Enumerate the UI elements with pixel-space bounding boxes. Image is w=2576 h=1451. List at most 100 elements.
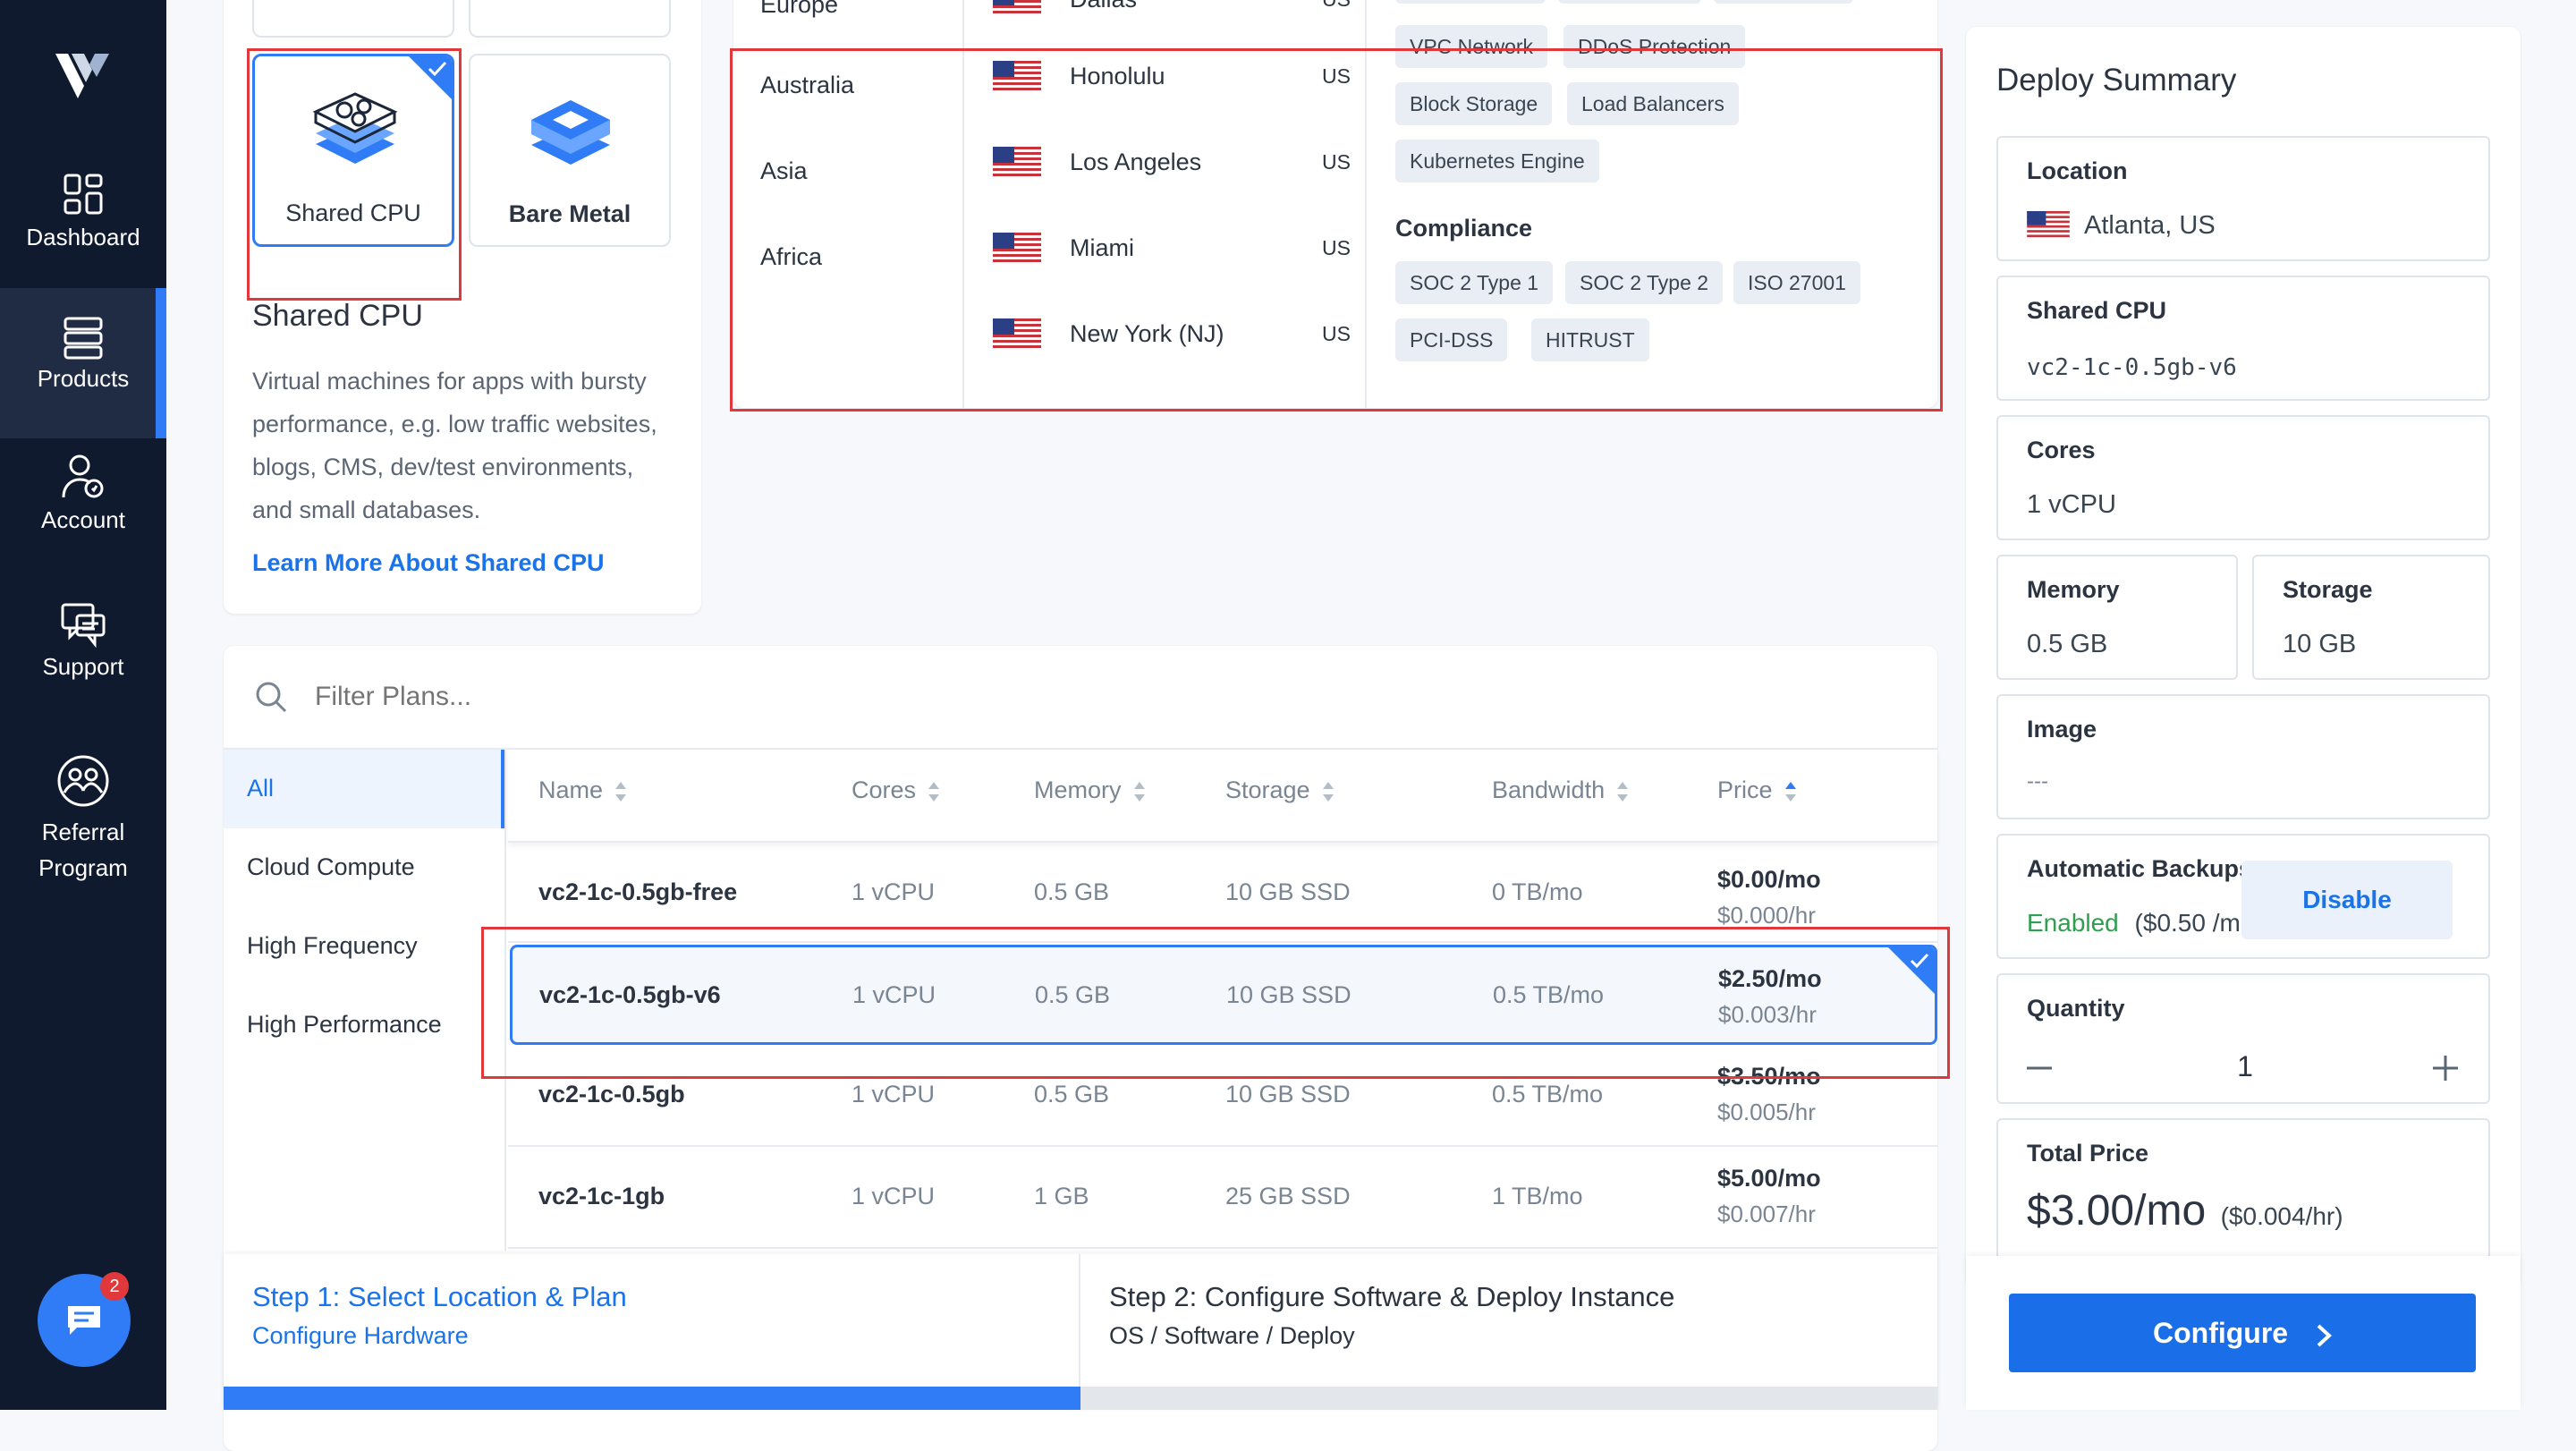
plan-cores: 1 vCPU [852,1081,936,1107]
sidebar-item-label: Dashboard [26,224,140,250]
summary-value: --- [2027,769,2048,793]
plan-storage: 10 GB SSD [1225,878,1351,905]
category-cloud-compute[interactable]: Cloud Compute [247,853,415,881]
sort-icon [1322,780,1334,803]
quantity-increment-button[interactable] [2428,1050,2463,1086]
configure-panel: Configure [1966,1256,2521,1410]
column-label: Bandwidth [1492,776,1606,803]
summary-value: 0.5 GB [2027,630,2108,658]
summary-location: Location Atlanta, US [1996,136,2490,261]
highlight-box [247,48,462,301]
summary-value: vc2-1c-0.5gb-v6 [2027,354,2237,381]
plan-bandwidth: 0.5 TB/mo [1492,1081,1604,1107]
column-header-name[interactable]: Name [538,776,627,804]
account-icon [62,454,104,498]
summary-label: Total Price [2027,1140,2149,1167]
plan-bandwidth: 0 TB/mo [1492,878,1583,905]
plan-cores: 1 vCPU [852,1183,936,1209]
plan-price-hourly: $0.005/hr [1717,1099,1816,1125]
summary-total: Total Price $3.00/mo ($0.004/hr) [1996,1118,2490,1261]
city-item[interactable]: Dallas US [964,0,1365,18]
summary-label: Storage [2283,576,2373,603]
sidebar-item-products[interactable]: Products [0,288,166,438]
step-2-progress [1080,1387,1937,1410]
server-type-option[interactable] [469,0,671,38]
column-header-memory[interactable]: Memory [1034,776,1145,804]
total-price-monthly: $3.00/mo [2027,1187,2207,1235]
server-type-option[interactable] [252,0,454,38]
summary-plan: Shared CPU vc2-1c-0.5gb-v6 [1996,276,2490,401]
sidebar-item-support[interactable]: Support [0,601,166,709]
plan-memory: 0.5 GB [1034,1081,1110,1107]
plan-row[interactable]: vc2-1c-1gb 1 vCPU 1 GB 25 GB SSD 1 TB/mo… [508,1149,1937,1249]
referral-icon [57,755,109,807]
summary-label: Memory [2027,576,2120,603]
sidebar-item-referral[interactable]: Referral Program [0,753,166,896]
chat-button[interactable]: 2 [38,1272,131,1367]
description-line: blogs, CMS, dev/test environments, [252,454,634,480]
chat-icon [68,1306,100,1335]
column-header-cores[interactable]: Cores [852,776,940,804]
summary-image: Image --- [1996,694,2490,819]
server-type-label: Bare Metal [508,200,631,227]
category-all[interactable]: All [224,750,504,828]
column-label: Cores [852,776,917,803]
highlight-box [730,48,1943,412]
vultr-logo[interactable] [52,47,114,102]
sidebar-item-label: Account [41,506,125,533]
feature-tag [1714,0,1853,4]
dashboard-icon [64,174,103,215]
category-high-frequency[interactable]: High Frequency [247,932,418,960]
description-line: Virtual machines for apps with bursty [252,368,647,395]
steps-bar: Step 1: Select Location & Plan Configure… [224,1254,1937,1410]
quantity-value[interactable]: 1 [1998,1050,2492,1083]
summary-backups: Automatic Backups Enabled ($0.50 /mo) Di… [1996,834,2490,959]
column-label: Memory [1034,776,1122,803]
sidebar-item-label: Support [42,653,124,680]
us-flag-icon [993,0,1041,14]
plan-bandwidth: 1 TB/mo [1492,1183,1583,1209]
step-1-progress [224,1387,1080,1410]
column-header-storage[interactable]: Storage [1225,776,1334,804]
backups-enabled: Enabled [2027,909,2119,937]
summary-storage: Storage 10 GB [2252,555,2490,680]
category-high-performance[interactable]: High Performance [247,1011,442,1039]
disable-backups-button[interactable]: Disable [2241,861,2453,939]
city-country: US [1322,0,1351,12]
summary-label: Shared CPU [2027,297,2167,324]
feature-tag [1558,0,1701,4]
server-type-bare-metal[interactable]: Bare Metal [469,54,671,247]
sidebar-item-account[interactable]: Account [0,453,166,560]
sidebar-item-label: Products [37,365,130,392]
filter-plans-input[interactable] [315,671,1835,723]
plan-price-hourly: $0.000/hr [1717,902,1816,929]
plan-name: vc2-1c-0.5gb-free [538,878,738,905]
description-line: and small databases. [252,496,481,523]
summary-label: Cores [2027,437,2096,463]
step-1-title: Step 1: Select Location & Plan [252,1281,627,1312]
column-header-bandwidth[interactable]: Bandwidth [1492,776,1629,804]
sidebar: Dashboard Products Account Support Refer… [0,0,166,1410]
column-header-price[interactable]: Price [1717,776,1796,804]
summary-cores: Cores 1 vCPU [1996,415,2490,540]
description-line: performance, e.g. low traffic websites, [252,411,657,437]
summary-memory: Memory 0.5 GB [1996,555,2238,680]
column-label: Name [538,776,604,803]
sort-icon [1133,780,1145,803]
step-1[interactable]: Step 1: Select Location & Plan Configure… [224,1254,1080,1410]
us-flag-icon [2027,211,2070,238]
sort-ascending-icon [1784,780,1796,803]
sidebar-item-dashboard[interactable]: Dashboard [0,166,166,274]
region-item[interactable]: Europe [760,0,838,19]
support-icon [61,603,106,648]
description-text: Virtual machines for apps with bursty pe… [252,360,657,531]
city-name: Dallas [1070,0,1137,13]
plan-cores: 1 vCPU [852,878,936,905]
deploy-summary-card: Deploy Summary Location Atlanta, US Shar… [1966,27,2521,1288]
total-price: $3.00/mo ($0.004/hr) [2027,1186,2343,1235]
configure-button[interactable]: Configure [2009,1294,2476,1372]
summary-label: Image [2027,716,2097,742]
summary-label: Location [2027,157,2128,184]
learn-more-link[interactable]: Learn More About Shared CPU [252,549,605,577]
step-2[interactable]: Step 2: Configure Software & Deploy Inst… [1080,1254,1937,1410]
